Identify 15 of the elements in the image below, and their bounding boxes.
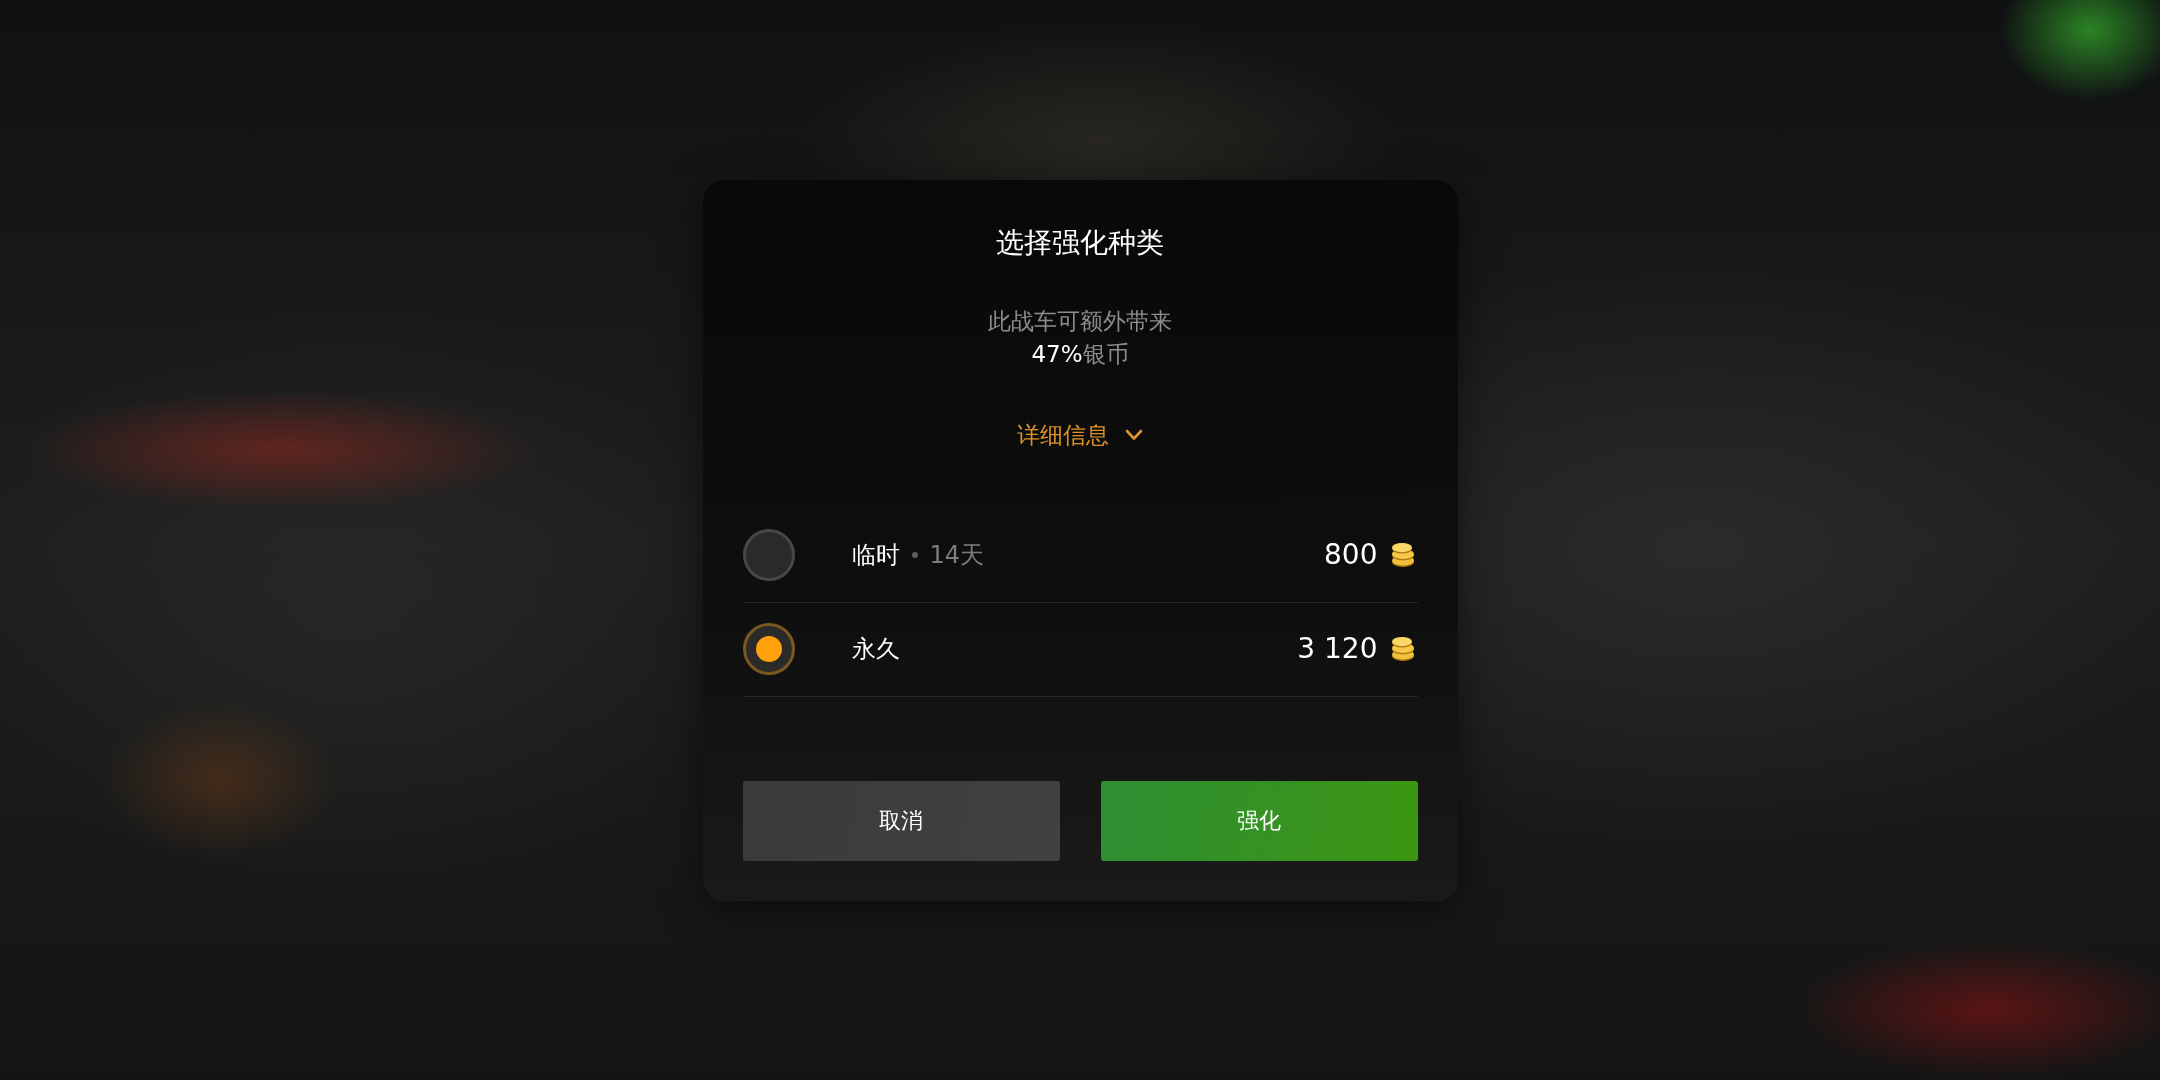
radio-button[interactable] <box>742 529 795 581</box>
separator-dot-icon <box>911 552 918 558</box>
coin-stack-icon <box>1389 542 1416 568</box>
dialog-title: 选择强化种类 <box>995 224 1165 261</box>
coin-stack-icon <box>1389 636 1416 662</box>
option-label: 永久 <box>851 634 900 665</box>
details-toggle[interactable]: 详细信息 <box>1017 417 1143 452</box>
option-label: 临时 <box>851 540 900 571</box>
radio-button[interactable] <box>742 623 795 675</box>
description-text: 此战车可额外带来 47%银币 <box>987 306 1173 369</box>
cancel-button[interactable]: 取消 <box>742 780 1060 861</box>
price-label: 3 120 <box>1297 631 1378 667</box>
price-label: 800 <box>1324 537 1378 573</box>
confirm-button[interactable]: 强化 <box>1100 780 1418 861</box>
duration-label: 14天 <box>929 540 985 571</box>
